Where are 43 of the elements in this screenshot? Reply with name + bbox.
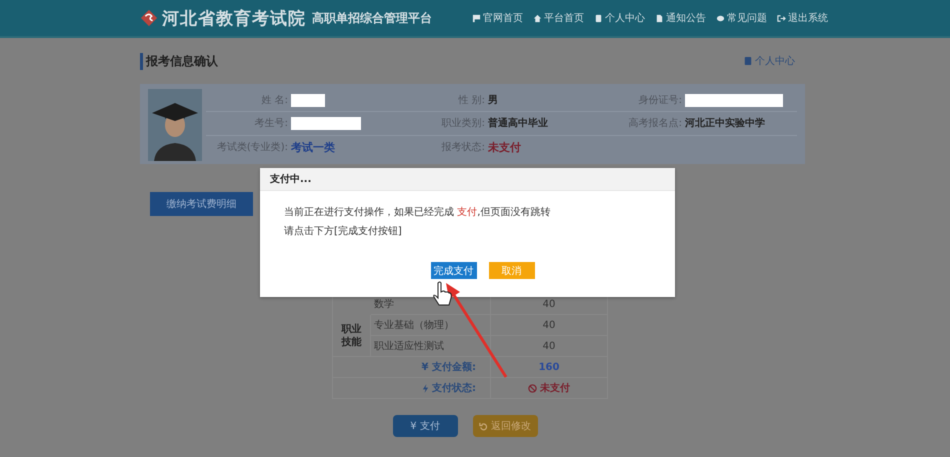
summary-label: ¥ 支付金额: (422, 360, 476, 374)
dialog-message: 当前正在进行支付操作，如果已经完成 支付,但页面没有跳转 (284, 206, 550, 219)
pay-button[interactable]: ¥ 支付 (392, 415, 458, 437)
nav-link[interactable]: 通知公告 (655, 11, 706, 25)
nav-link[interactable]: 常见问题 (716, 11, 767, 25)
field-value: 男 (488, 94, 498, 108)
fee-detail-button[interactable]: 缴纳考试费明细 (150, 192, 253, 216)
complete-payment-button[interactable]: 完成支付 (430, 262, 476, 279)
field-value: 未支付 (488, 140, 521, 155)
nav-link[interactable]: 官网首页 (472, 11, 523, 25)
undo-icon (479, 422, 488, 430)
home-icon (533, 14, 542, 22)
id-card-icon (744, 57, 752, 65)
logo-icon (140, 9, 158, 27)
chat-bubble-icon (716, 14, 725, 22)
table-cell: 职业适应性测试 (371, 336, 491, 357)
nav-link[interactable]: 退出系统 (777, 11, 828, 25)
dialog-title: 支付中... (260, 168, 675, 191)
table-cell: 40 (491, 336, 608, 357)
summary-value: 160 (538, 362, 560, 372)
graduate-avatar-icon (148, 89, 202, 161)
redaction-block (291, 116, 361, 130)
table-cell: 40 (491, 315, 608, 336)
document-icon (655, 14, 664, 22)
logout-icon (777, 14, 786, 22)
field-value: 河北正中实验中学 (685, 116, 765, 130)
field-value: 考试一类 (291, 140, 335, 155)
page-title: 报考信息确认 (140, 52, 218, 70)
table-cell: 职业技能 (342, 322, 362, 348)
id-card-icon (594, 14, 603, 22)
nav-link[interactable]: 平台首页 (533, 11, 584, 25)
summary-label: 支付状态: (432, 382, 476, 395)
platform-subtitle: 高职单招综合管理平台 (312, 10, 432, 26)
dialog-message: 请点击下方[完成支付按钮] (284, 224, 402, 238)
table-cell: 专业基础（物理） (371, 315, 491, 336)
summary-value: 未支付 (540, 382, 570, 395)
site-title: 河北省教育考试院 (162, 8, 306, 30)
lightning-icon (422, 384, 429, 392)
prohibited-icon (528, 384, 537, 392)
redaction-block (291, 94, 325, 107)
nav-link[interactable]: 个人中心 (594, 11, 645, 25)
flag-icon (472, 14, 481, 22)
field-value: 普通高中毕业 (488, 116, 548, 130)
